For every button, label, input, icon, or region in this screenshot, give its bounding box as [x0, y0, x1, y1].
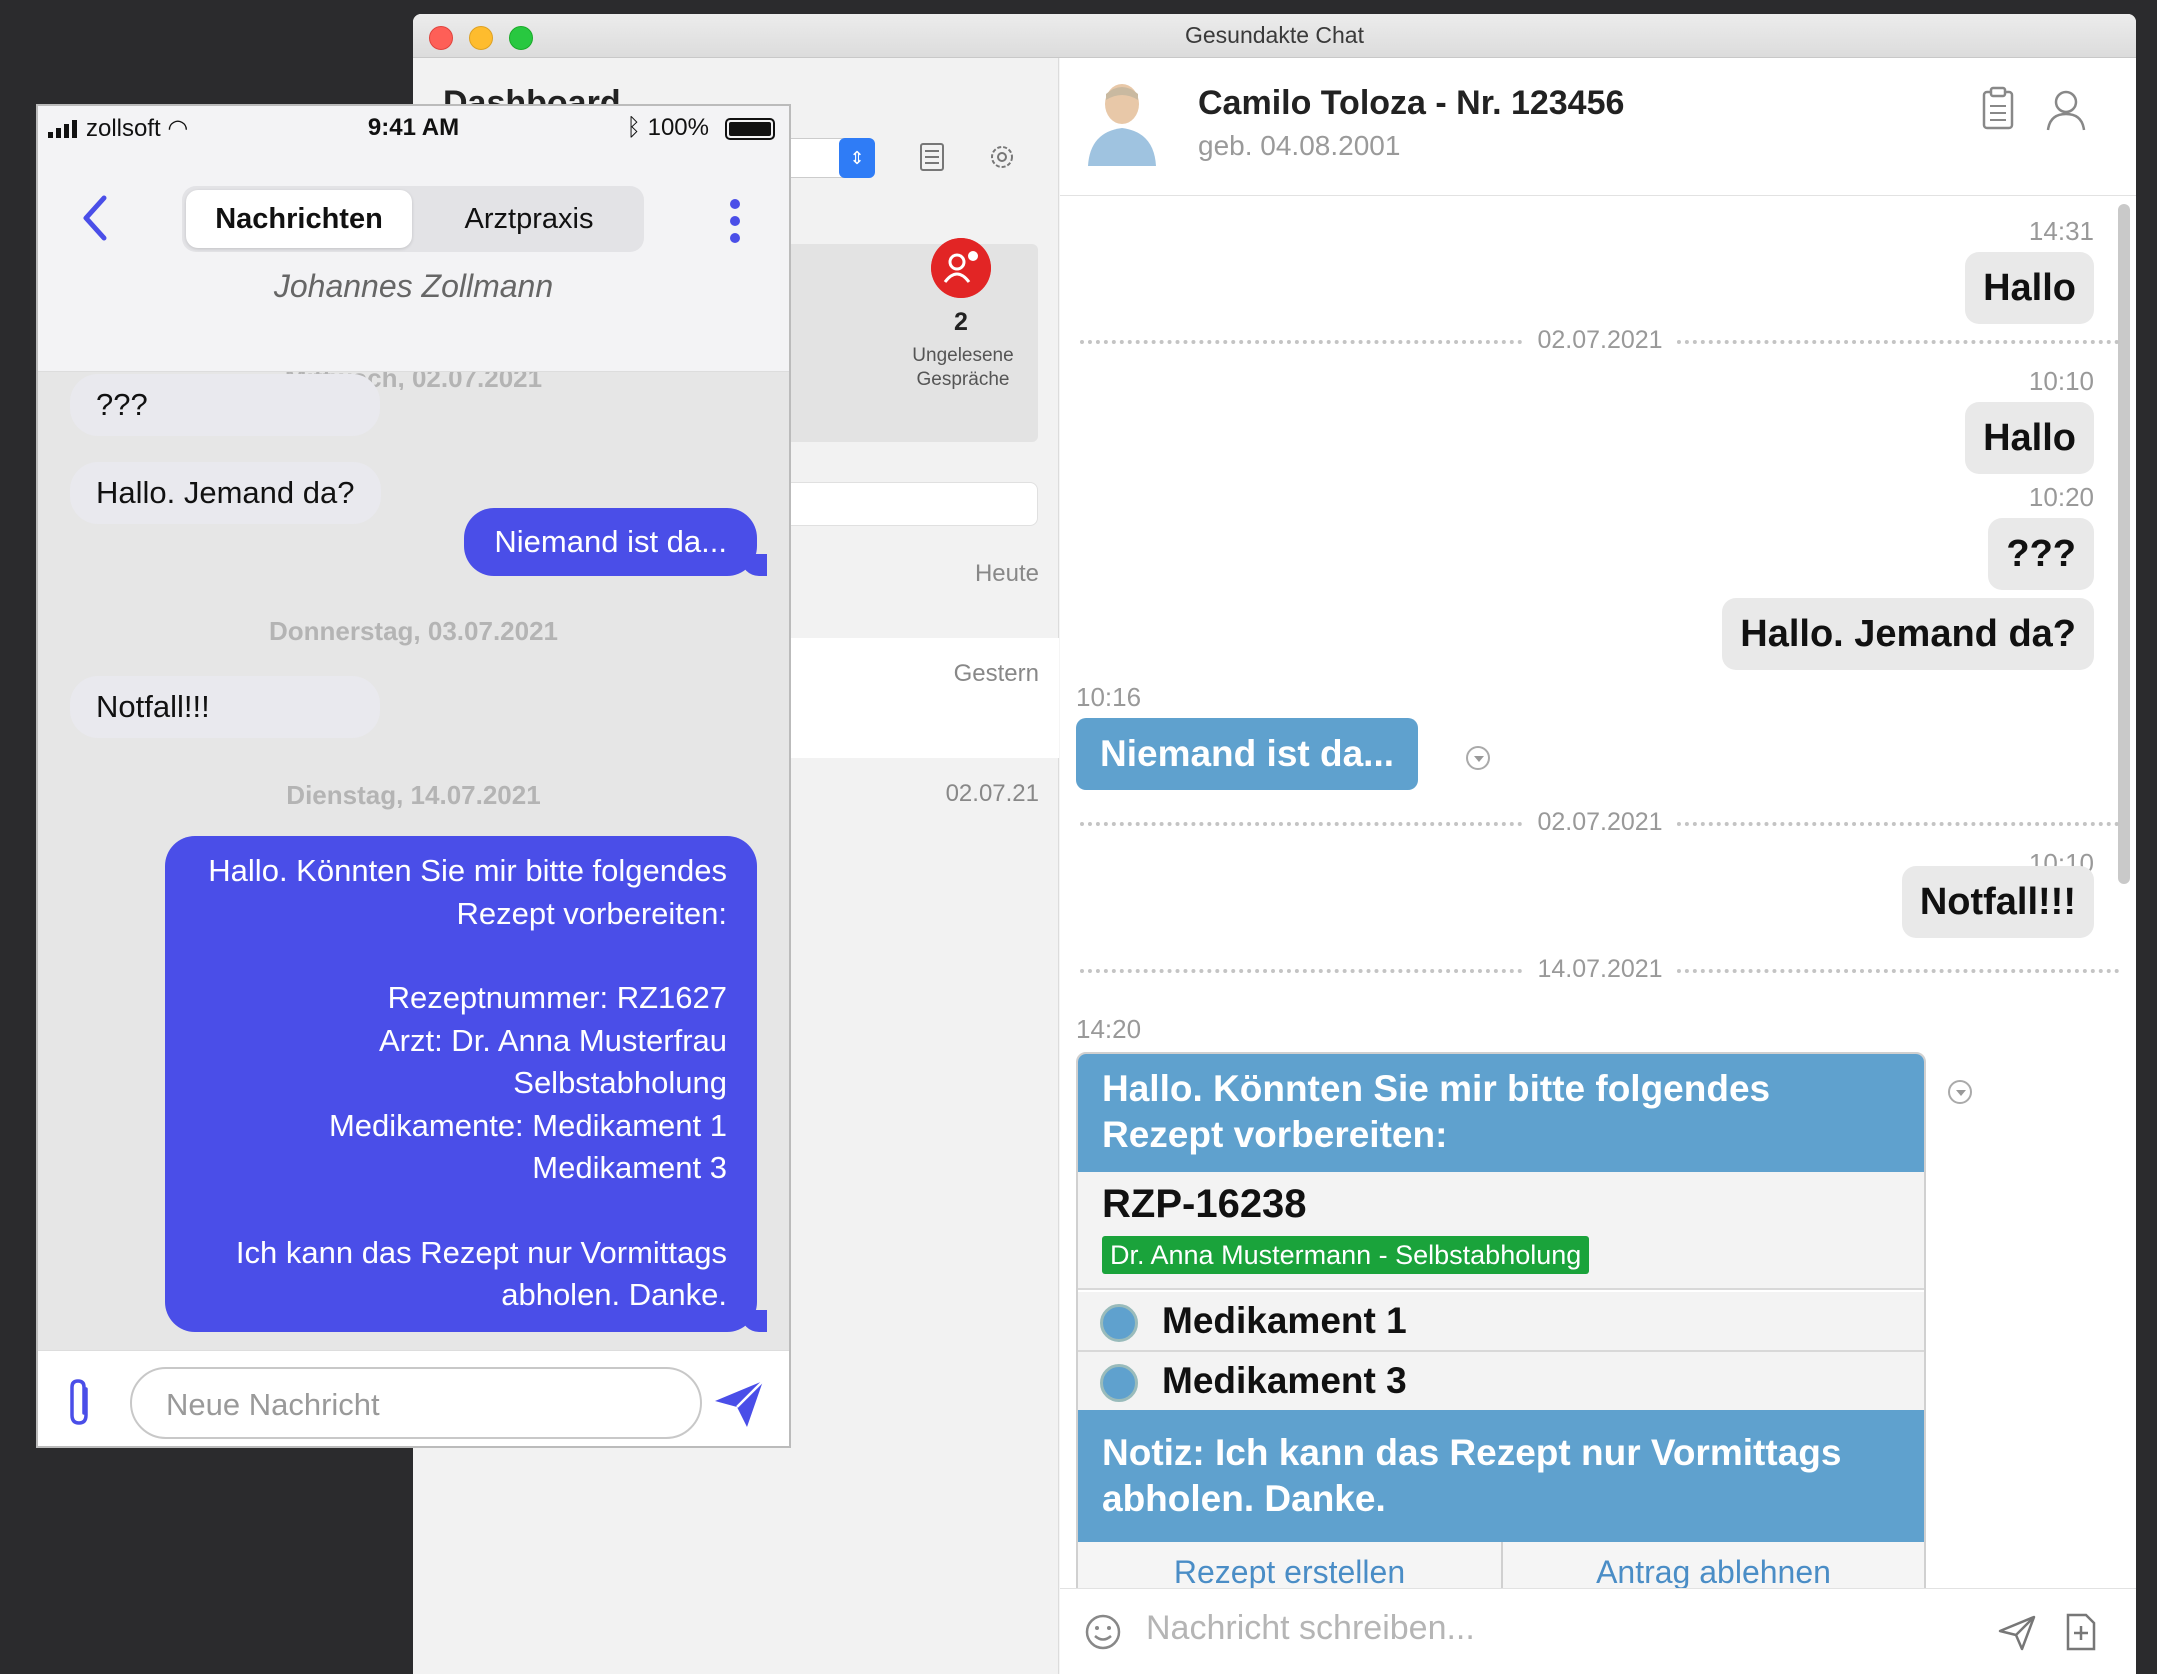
- incoming-message: Notfall!!!: [70, 676, 380, 738]
- outgoing-message: Notfall!!!: [1901, 866, 2094, 938]
- outgoing-message: ???: [1988, 518, 2094, 590]
- doctor-name: Johannes Zollmann: [273, 268, 554, 304]
- send-icon[interactable]: [1996, 1611, 2038, 1653]
- date-separator: 14.07.2021: [1080, 955, 2120, 985]
- prescription-details: RZP-16238 Dr. Anna Mustermann - Selbstab…: [1078, 1172, 1924, 1290]
- patient-avatar: [1088, 84, 1156, 166]
- patient-dob: geb. 04.08.2001: [1198, 130, 1401, 161]
- message-time: 10:16: [1076, 682, 1142, 712]
- patient-name: Camilo Toloza - Nr. 123456: [1198, 84, 1625, 122]
- outgoing-message: Hallo. Jemand da?: [1722, 598, 2094, 670]
- message-input[interactable]: Nachricht schreiben...: [1146, 1609, 1475, 1648]
- date-separator: 02.07.2021: [1080, 326, 2120, 356]
- phone-composer: Neue Nachricht: [38, 1350, 789, 1446]
- medication-item: Medikament 1: [1078, 1292, 1924, 1352]
- incoming-message: Niemand ist da...: [1076, 718, 1419, 790]
- date-separator: Dienstag, 14.07.2021: [286, 780, 541, 810]
- message-options-icon[interactable]: [1466, 746, 1490, 770]
- outgoing-message: Niemand ist da...: [464, 508, 767, 576]
- select-stepper-icon[interactable]: ⇕: [839, 138, 875, 178]
- status-bar: zollsoft ◠ 9:41 AM ᛒ 100%: [38, 106, 789, 150]
- back-chevron-icon[interactable]: [74, 188, 114, 248]
- battery-icon: [725, 118, 775, 140]
- list-icon[interactable]: [915, 140, 949, 174]
- unread-label: Ungelesene Gespräche: [912, 345, 1014, 390]
- doctor-pickup-tag: Dr. Anna Mustermann - Selbstabholung: [1102, 1236, 1590, 1274]
- attach-document-icon[interactable]: [2060, 1611, 2102, 1653]
- tab-arztpraxis[interactable]: Arztpraxis: [416, 190, 642, 248]
- outgoing-message: Hallo: [1965, 252, 2094, 324]
- emoji-icon[interactable]: [1082, 1611, 1124, 1653]
- chat-composer: Nachricht schreiben...: [1060, 1588, 2136, 1674]
- outgoing-message: Hallo: [1965, 402, 2094, 474]
- phone-navigation-bar: Nachrichten Arztpraxis Johannes Zollmann: [38, 150, 789, 372]
- new-message-input[interactable]: Neue Nachricht: [130, 1367, 702, 1439]
- more-options-icon[interactable]: [729, 198, 741, 244]
- tab-nachrichten[interactable]: Nachrichten: [186, 190, 412, 248]
- medication-item: Medikament 3: [1078, 1352, 1924, 1412]
- outgoing-message-prescription: Hallo. Könnten Sie mir bitte folgendes R…: [165, 836, 767, 1332]
- window-title: Gesundakte Chat: [1184, 22, 1364, 48]
- paperclip-icon[interactable]: [62, 1377, 98, 1427]
- unread-count: 2: [954, 308, 968, 336]
- prescription-note: Notiz: Ich kann das Rezept nur Vormittag…: [1078, 1410, 1924, 1542]
- chat-pane: Camilo Toloza - Nr. 123456 geb. 04.08.20…: [1060, 58, 2136, 1674]
- segmented-control: Nachrichten Arztpraxis: [182, 186, 644, 252]
- bluetooth-icon: ᛒ: [626, 114, 641, 141]
- date-separator: 02.07.2021: [1080, 808, 2120, 838]
- message-options-icon[interactable]: [1948, 1080, 1972, 1104]
- date-separator: Donnerstag, 03.07.2021: [268, 616, 559, 646]
- unread-conversations-icon[interactable]: [931, 238, 991, 298]
- prescription-number: RZP-16238: [1102, 1182, 1307, 1226]
- chat-scrollbar[interactable]: [2118, 204, 2130, 884]
- message-time: 14:31: [2028, 216, 2094, 246]
- incoming-message: ???: [70, 374, 380, 436]
- medication-bullet-icon: [1100, 1304, 1138, 1342]
- medication-bullet-icon: [1100, 1364, 1138, 1402]
- prescription-request-text: Hallo. Könnten Sie mir bitte folgendes R…: [1078, 1054, 1924, 1172]
- message-time: 10:20: [2028, 482, 2094, 512]
- phone-screen: zollsoft ◠ 9:41 AM ᛒ 100% Nachrichten Ar…: [36, 104, 791, 1448]
- message-time: 14:20: [1076, 1014, 1142, 1044]
- clipboard-icon[interactable]: [1976, 86, 2020, 134]
- user-profile-icon[interactable]: [2044, 86, 2088, 134]
- gear-icon[interactable]: [985, 140, 1019, 174]
- message-time: 10:10: [2028, 366, 2094, 396]
- window-titlebar: Gesundakte Chat: [413, 14, 2136, 58]
- chat-header: Camilo Toloza - Nr. 123456 geb. 04.08.20…: [1060, 58, 2136, 196]
- prescription-request-card: Hallo. Könnten Sie mir bitte folgendes R…: [1076, 1052, 1926, 1600]
- battery-level: ᛒ 100%: [626, 114, 709, 141]
- send-icon[interactable]: [713, 1377, 765, 1429]
- incoming-message: Hallo. Jemand da?: [70, 462, 381, 524]
